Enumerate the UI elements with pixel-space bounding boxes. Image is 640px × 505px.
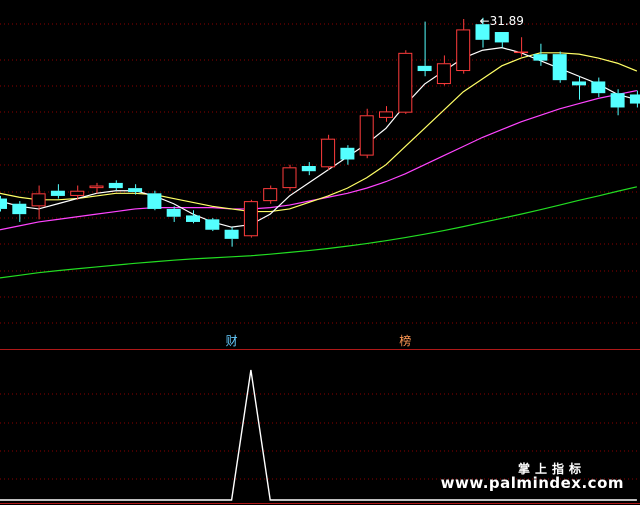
candle-body-down	[186, 215, 200, 222]
candle-body-down	[533, 54, 548, 61]
price-high-value: 31.89	[489, 13, 524, 28]
candle-body-up	[359, 115, 374, 156]
candle-body-down	[340, 147, 355, 160]
candle-body-down	[572, 81, 586, 86]
candle-body-up	[456, 29, 471, 72]
candle-body-down	[166, 208, 181, 217]
candle-body-down	[610, 93, 625, 108]
candle-body-up	[321, 138, 336, 168]
candle-body-down	[224, 229, 239, 239]
candle-body-up	[379, 111, 393, 118]
candle-body-down	[629, 94, 640, 104]
candle-body-up	[436, 63, 451, 85]
candle-body-down	[494, 32, 509, 43]
candle-body-up	[89, 185, 104, 189]
candle-body-up	[31, 193, 46, 207]
moving-average-lines	[0, 47, 638, 279]
candle-body-down	[417, 65, 432, 72]
indicator-label-bang: 榜	[399, 334, 412, 348]
candle-body-up	[243, 201, 258, 237]
candle-body-up	[263, 188, 278, 202]
candle-body-up	[70, 190, 85, 196]
candle-body-down	[12, 203, 27, 215]
ma-longest-series	[0, 186, 638, 279]
candle-body-down	[591, 81, 606, 94]
candlesticks	[0, 17, 640, 247]
candle-body-down	[108, 182, 123, 189]
candle-body-down	[205, 219, 220, 230]
candle-body-down	[0, 198, 7, 209]
stock-chart	[0, 17, 640, 504]
candle-body-down	[147, 193, 162, 209]
candle-body-up	[282, 167, 297, 189]
candle-body-down	[128, 188, 143, 193]
candle-body-down	[301, 166, 316, 172]
price-high-label: ←31.89	[480, 14, 524, 28]
candle-body-up	[398, 52, 413, 113]
indicator-label-cai: 财	[225, 334, 238, 348]
candle-body-down	[50, 190, 65, 196]
ma-short-series	[0, 47, 638, 228]
watermark-url: www.palmindex.com	[440, 474, 624, 492]
arrow-left-icon: ←	[479, 13, 490, 28]
candle-body-up	[514, 51, 529, 54]
candle-body-down	[552, 54, 567, 81]
grid-lines	[0, 23, 640, 504]
